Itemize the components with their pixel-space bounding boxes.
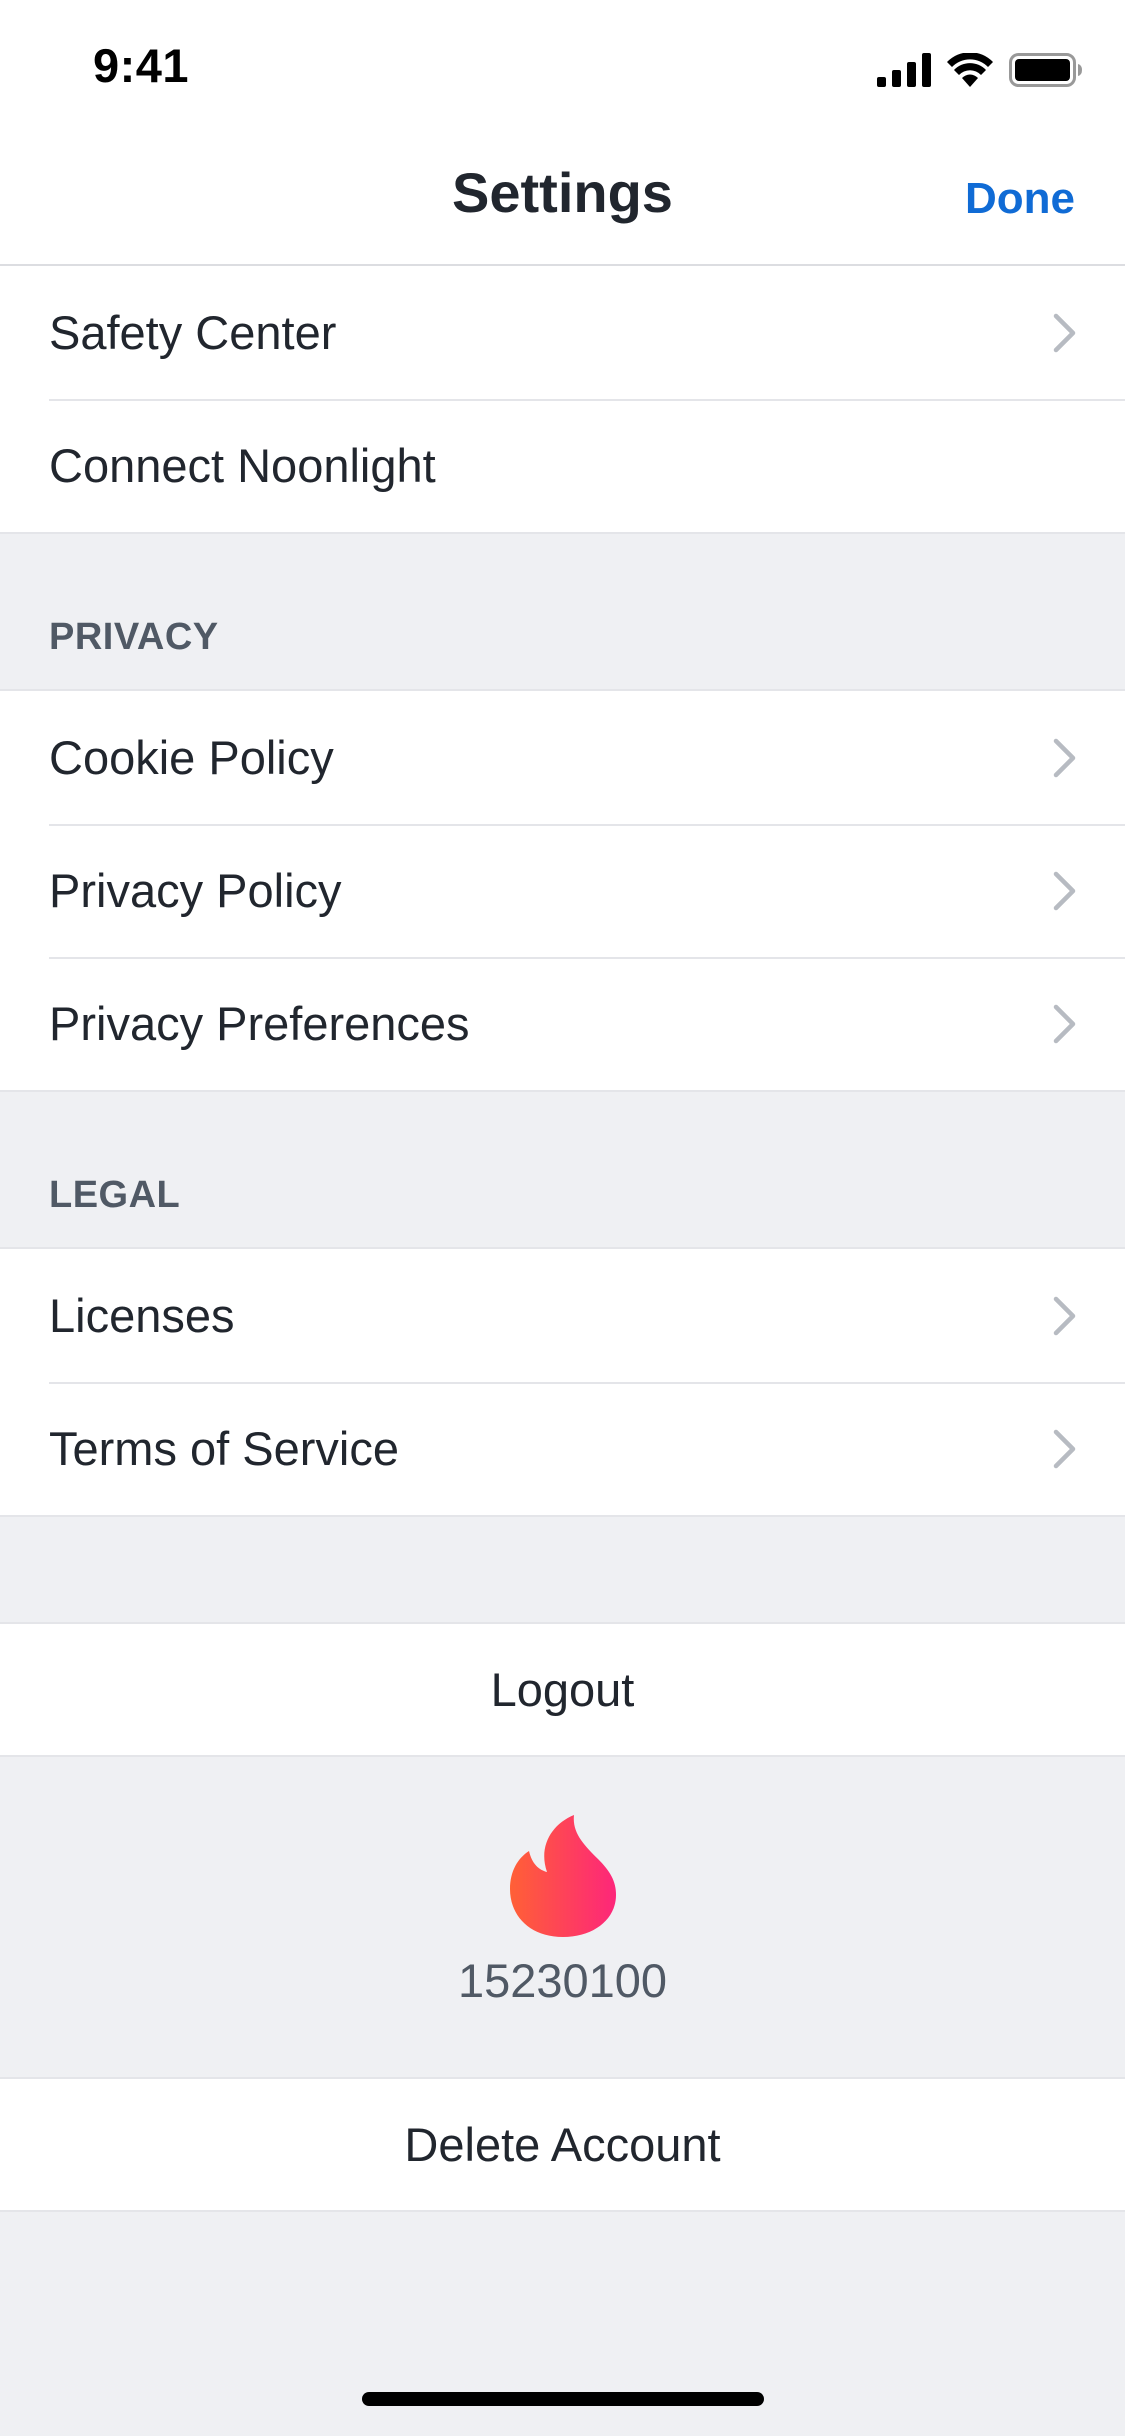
done-button[interactable]: Done	[965, 174, 1075, 224]
status-time: 9:41	[93, 39, 190, 92]
licenses-row[interactable]: Licenses	[0, 1249, 1125, 1382]
safety-center-row[interactable]: Safety Center	[0, 266, 1125, 399]
chevron-right-icon	[1053, 1004, 1076, 1043]
status-bar: 9:41	[0, 0, 1125, 132]
battery-icon	[1009, 53, 1082, 87]
terms-of-service-row[interactable]: Terms of Service	[0, 1382, 1125, 1515]
settings-list[interactable]: Safety Center Connect Noonlight PRIVACY …	[0, 266, 1125, 2212]
safety-group: Safety Center Connect Noonlight	[0, 266, 1125, 534]
safety-center-label: Safety Center	[49, 306, 337, 359]
privacy-preferences-label: Privacy Preferences	[49, 997, 470, 1050]
cellular-signal-icon	[877, 53, 931, 87]
privacy-section-header: PRIVACY	[0, 534, 1125, 689]
privacy-policy-label: Privacy Policy	[49, 864, 342, 917]
connect-noonlight-label: Connect Noonlight	[49, 439, 436, 492]
chevron-right-icon	[1053, 738, 1076, 777]
app-version: 15230100	[457, 1954, 668, 2007]
legal-header-label: LEGAL	[49, 1174, 181, 1216]
navigation-bar: Settings Done	[0, 132, 1125, 266]
home-indicator[interactable]	[362, 2392, 764, 2406]
flame-icon	[510, 1815, 616, 1937]
privacy-group: Cookie Policy Privacy Policy Privacy Pre…	[0, 689, 1125, 1092]
licenses-label: Licenses	[49, 1289, 235, 1342]
privacy-policy-row[interactable]: Privacy Policy	[0, 824, 1125, 957]
chevron-right-icon	[1053, 1296, 1076, 1335]
delete-account-button[interactable]: Delete Account	[0, 2077, 1125, 2212]
terms-of-service-label: Terms of Service	[49, 1422, 399, 1475]
privacy-preferences-row[interactable]: Privacy Preferences	[0, 957, 1125, 1090]
chevron-right-icon	[1053, 871, 1076, 910]
chevron-right-icon	[1053, 313, 1076, 352]
logout-button[interactable]: Logout	[0, 1622, 1125, 1757]
app-info: 15230100	[0, 1757, 1125, 2077]
page-title: Settings	[452, 161, 673, 224]
privacy-header-label: PRIVACY	[49, 616, 219, 658]
wifi-icon	[947, 53, 993, 87]
cookie-policy-row[interactable]: Cookie Policy	[0, 691, 1125, 824]
legal-section-header: LEGAL	[0, 1092, 1125, 1247]
connect-noonlight-row[interactable]: Connect Noonlight	[0, 399, 1125, 532]
status-icons	[877, 50, 1083, 90]
cookie-policy-label: Cookie Policy	[49, 731, 334, 784]
legal-group: Licenses Terms of Service	[0, 1247, 1125, 1517]
chevron-right-icon	[1053, 1429, 1076, 1468]
